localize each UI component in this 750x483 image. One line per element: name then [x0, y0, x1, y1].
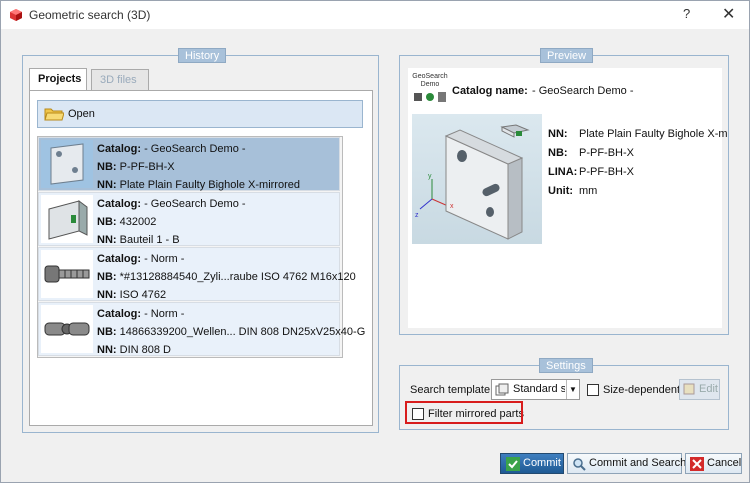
nn-value: ISO 4762 [119, 289, 167, 301]
tab-projects-label: Projects [38, 73, 82, 85]
cancel-icon [690, 457, 704, 471]
nb-value: 14866339200_Wellen... DIN 808 DN25xV25x4… [119, 326, 366, 338]
logo-text-1: GeoSearch [412, 73, 448, 80]
nn-label: NN: [548, 128, 568, 140]
nb-label: NB: [97, 161, 117, 173]
catalog-label: Catalog: [97, 198, 141, 210]
nb-value: 432002 [119, 216, 157, 228]
cancel-button-label: Cancel [707, 457, 742, 469]
catalog-value: - Norm - [144, 308, 185, 320]
list-item[interactable]: Catalog: - Norm - NB: *#13128884540_Zyli… [38, 247, 356, 301]
folder-open-icon [44, 108, 64, 121]
preview-group-title: Preview [540, 48, 594, 63]
plate-thumbnail-icon [41, 140, 93, 188]
lina-value: P-PF-BH-X [579, 166, 634, 178]
nn-value: Bauteil 1 - B [119, 234, 180, 246]
settings-group-title: Settings [539, 358, 593, 373]
unit-label: Unit: [548, 185, 574, 197]
help-button[interactable]: ? [683, 6, 690, 21]
catalog-value: - Norm - [144, 253, 185, 265]
open-button[interactable]: Open [37, 100, 363, 128]
catalog-name-label: Catalog name: [452, 85, 528, 97]
logo-text-2: Demo [420, 81, 440, 88]
nb-label: NB: [97, 271, 117, 283]
nb-value: P-PF-BH-X [579, 147, 634, 159]
lina-label: LINA: [548, 166, 578, 178]
tab-3d-files-label: 3D files [100, 74, 137, 86]
search-icon [573, 458, 586, 471]
catalog-label: Catalog: [97, 143, 141, 155]
nn-value: DIN 808 D [119, 344, 171, 356]
history-list: Catalog: - GeoSearch Demo - NB: P-PF-BH-… [37, 136, 365, 358]
check-icon [506, 457, 520, 471]
nn-label: NN: [97, 344, 117, 356]
preview-pane: GeoSearch Demo Catalog name: - GeoSearch… [408, 68, 728, 328]
title-bar: Geometric search (3D) ? ✕ [1, 1, 749, 29]
preview-group: Preview GeoSearch Demo Catalog name: - G… [399, 48, 729, 335]
item-meta: Catalog: - Norm - NB: 14866339200_Wellen… [97, 305, 365, 359]
bracket-thumbnail-icon [41, 195, 93, 243]
unit-value: mm [579, 185, 598, 197]
projects-panel: Open Catalog: - GeoSearch Demo - NB: P-P… [29, 90, 373, 426]
nb-value: P-PF-BH-X [119, 161, 175, 173]
catalog-value: - GeoSearch Demo - [144, 143, 246, 155]
size-dependent-label: Size-dependent [603, 384, 681, 396]
edit-icon [683, 383, 695, 395]
list-item[interactable]: Catalog: - Norm - NB: 14866339200_Wellen… [38, 302, 365, 356]
close-icon[interactable]: ✕ [722, 4, 735, 24]
search-template-label: Search template: [410, 384, 494, 396]
history-group: History Projects 3D files Open Catalog: … [22, 48, 379, 433]
item-meta: Catalog: - GeoSearch Demo - NB: 432002 N… [97, 195, 246, 249]
nb-label: NB: [97, 216, 117, 228]
nn-value: Plate Plain Faulty Bighole X-m [579, 128, 728, 140]
joint-thumbnail-icon [41, 305, 93, 353]
commit-button[interactable]: Commit [500, 453, 564, 474]
item-meta: Catalog: - Norm - NB: *#13128884540_Zyli… [97, 250, 356, 304]
edit-button-label: Edit [699, 383, 718, 395]
list-item[interactable]: Catalog: - GeoSearch Demo - NB: P-PF-BH-… [38, 137, 340, 191]
search-template-value: Standard se [513, 383, 565, 395]
nb-label: NB: [97, 326, 117, 338]
nb-value: *#13128884540_Zyli...raube ISO 4762 M16x… [119, 271, 356, 283]
geometric-search-dialog: Geometric search (3D) ? ✕ History Projec… [0, 0, 750, 483]
commit-button-label: Commit [523, 457, 561, 469]
item-meta: Catalog: - GeoSearch Demo - NB: P-PF-BH-… [97, 140, 300, 194]
view-cube-icon [500, 124, 530, 138]
catalog-logo: GeoSearch Demo [412, 73, 448, 107]
catalog-label: Catalog: [97, 253, 141, 265]
edit-button[interactable]: Edit [679, 379, 720, 400]
nn-label: NN: [97, 289, 117, 301]
tab-3d-files[interactable]: 3D files [91, 69, 149, 91]
size-dependent-checkbox[interactable] [587, 384, 599, 396]
list-item[interactable]: Catalog: - GeoSearch Demo - NB: 432002 N… [38, 192, 340, 246]
axis-label-z: z [415, 212, 419, 219]
catalog-value: - GeoSearch Demo - [144, 198, 246, 210]
cancel-button[interactable]: Cancel [685, 453, 742, 474]
tab-projects[interactable]: Projects [29, 68, 87, 90]
app-cube-icon [10, 9, 22, 21]
open-button-label: Open [68, 108, 95, 120]
window-title: Geometric search (3D) [29, 8, 151, 22]
search-template-select[interactable]: Standard se ▼ [491, 379, 580, 400]
nn-label: NN: [97, 179, 117, 191]
filter-mirrored-highlight [405, 401, 523, 424]
chevron-down-icon[interactable]: ▼ [566, 380, 579, 399]
screw-thumbnail-icon [41, 250, 93, 298]
nn-label: NN: [97, 234, 117, 246]
axis-label-x: x [450, 203, 454, 210]
catalog-name-value: - GeoSearch Demo - [532, 85, 634, 97]
nb-label: NB: [548, 147, 568, 159]
history-group-title: History [178, 48, 227, 63]
commit-and-search-label: Commit and Search [589, 457, 687, 469]
nn-value: Plate Plain Faulty Bighole X-mirrored [119, 179, 300, 191]
catalog-label: Catalog: [97, 308, 141, 320]
template-icon [495, 383, 509, 396]
commit-and-search-button[interactable]: Commit and Search [567, 453, 686, 474]
parts-logo-icon [414, 92, 446, 102]
axis-label-y: y [428, 173, 432, 180]
